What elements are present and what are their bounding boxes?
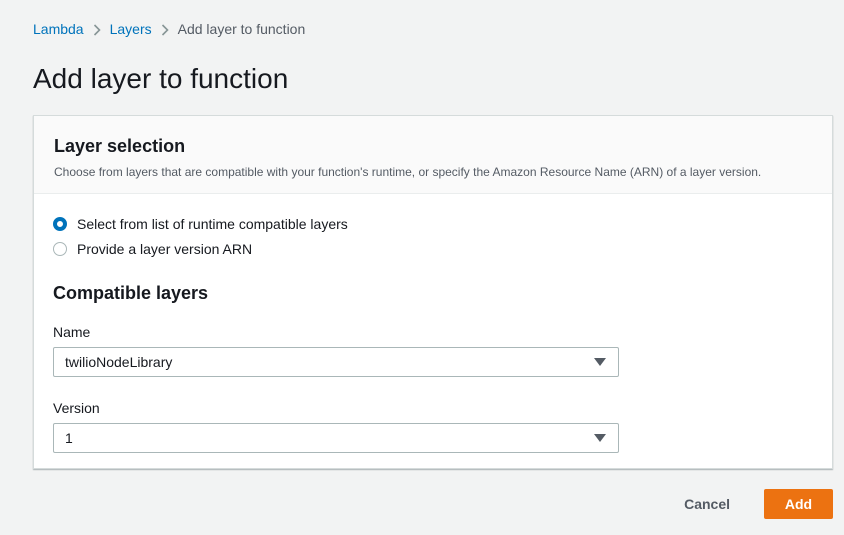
version-label: Version — [53, 400, 100, 416]
panel-body: Select from list of runtime compatible l… — [34, 194, 832, 453]
panel-description: Choose from layers that are compatible w… — [54, 165, 762, 179]
caret-down-icon — [594, 358, 606, 366]
compatible-layers-title: Compatible layers — [53, 283, 209, 303]
radio-layer-version-arn[interactable]: Provide a layer version ARN — [53, 239, 813, 259]
chevron-right-icon — [152, 21, 178, 37]
add-button[interactable]: Add — [764, 489, 833, 519]
breadcrumb-layers-link[interactable]: Layers — [110, 21, 152, 37]
radio-label: Provide a layer version ARN — [77, 241, 253, 257]
breadcrumb-current: Add layer to function — [177, 21, 306, 37]
breadcrumb-lambda-link[interactable]: Lambda — [33, 21, 84, 37]
layer-selection-panel: Layer selection Choose from layers that … — [33, 115, 833, 469]
radio-unselected-icon[interactable] — [53, 242, 67, 256]
caret-down-icon — [594, 434, 606, 442]
panel-header: Layer selection Choose from layers that … — [34, 116, 832, 194]
radio-runtime-compatible-layers[interactable]: Select from list of runtime compatible l… — [53, 214, 813, 234]
radio-label: Select from list of runtime compatible l… — [77, 216, 348, 232]
cancel-button[interactable]: Cancel — [664, 489, 750, 519]
footer-actions: Cancel Add — [664, 489, 833, 519]
panel-title: Layer selection — [54, 136, 186, 156]
chevron-right-icon — [84, 21, 110, 37]
name-select-value: twilioNodeLibrary — [65, 354, 173, 370]
breadcrumb: Lambda Layers Add layer to function — [33, 20, 305, 38]
name-label: Name — [53, 324, 91, 340]
version-select-value: 1 — [65, 430, 73, 446]
version-select[interactable]: 1 — [53, 423, 619, 453]
name-select[interactable]: twilioNodeLibrary — [53, 347, 619, 377]
radio-selected-icon[interactable] — [53, 217, 67, 231]
page-title: Add layer to function — [33, 63, 289, 94]
